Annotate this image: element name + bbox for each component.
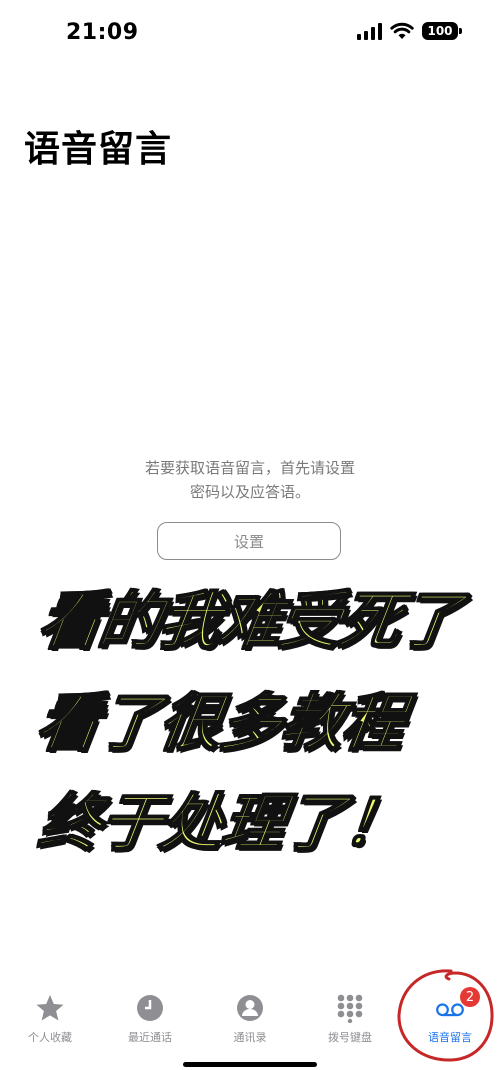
cellular-signal-icon [357,22,382,40]
wifi-icon [390,22,414,39]
overlay-caption-line-2: 看了很多教程 [31,685,409,760]
voicemail-info-text: 若要获取语音留言，首先请设置 密码以及应答语。 [100,456,400,504]
tab-label: 通讯录 [233,1031,267,1044]
overlay-caption-line-1: 看的我难受死了 [33,583,465,658]
battery-icon: 100 [422,22,462,40]
status-icons: 100 [357,22,462,40]
info-line-2: 密码以及应答语。 [189,483,310,501]
status-time: 21:09 [66,20,139,45]
star-icon [35,993,65,1023]
page-title: 语音留言 [24,129,173,170]
info-line-1: 若要获取语音留言，首先请设置 [144,459,355,477]
contacts-icon [235,993,265,1023]
tab-keypad[interactable]: 拨号键盘 [300,985,400,1055]
red-circle-annotation [397,969,494,1062]
status-bar: 21:09 100 [0,0,500,70]
clock-icon [135,993,165,1023]
setup-button[interactable]: 设置 [157,522,341,560]
keypad-icon [335,993,365,1023]
tab-label: 个人收藏 [28,1031,72,1044]
home-indicator [183,1062,317,1067]
tab-favorites[interactable]: 个人收藏 [0,985,100,1055]
tab-contacts[interactable]: 通讯录 [200,985,300,1055]
overlay-caption-line-3: 终于处理了！ [33,785,411,860]
tab-label: 拨号键盘 [328,1031,372,1044]
tab-recents[interactable]: 最近通话 [100,985,200,1055]
tab-label: 最近通话 [128,1031,172,1044]
